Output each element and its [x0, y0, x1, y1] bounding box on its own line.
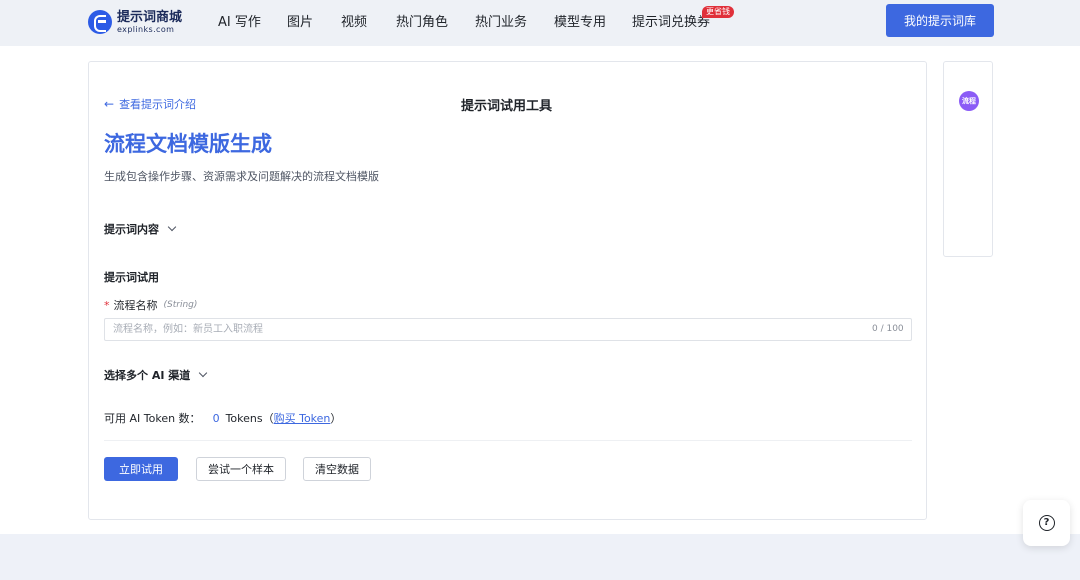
- character-counter: 0 / 100: [872, 324, 904, 334]
- prompt-content-toggle[interactable]: 提示词内容: [104, 221, 177, 237]
- token-count: 0: [212, 411, 220, 425]
- nav-model-specific[interactable]: 模型专用: [554, 13, 606, 33]
- nav-hot-roles[interactable]: 热门角色: [396, 13, 448, 33]
- trial-section-heading: 提示词试用: [104, 271, 159, 284]
- prompt-avatar[interactable]: 流程: [959, 91, 979, 111]
- field-type-hint: (String): [163, 300, 198, 310]
- prompt-trial-card: ← 查看提示词介绍 提示词试用工具 流程文档模版生成 生成包含操作步骤、资源需求…: [88, 61, 927, 520]
- top-navigation-bar: 提示词商城 explinks.com AI 写作 图片 视频 热门角色 热门业务…: [0, 0, 1080, 46]
- buy-token-link[interactable]: 购买 Token: [274, 410, 331, 426]
- logo-domain: explinks.com: [117, 24, 175, 34]
- token-suffix: ）: [330, 412, 342, 425]
- token-balance: 可用 AI Token 数： 0 Tokens（ 购买 Token ）: [104, 410, 341, 426]
- tool-title: 提示词试用工具: [461, 99, 553, 114]
- arrow-left-icon: ←: [104, 97, 115, 111]
- token-label: 可用 AI Token 数：: [104, 412, 201, 425]
- back-to-intro-link[interactable]: ← 查看提示词介绍: [104, 96, 196, 112]
- clear-data-button[interactable]: 清空数据: [303, 457, 371, 481]
- footer-strip: [0, 534, 1080, 580]
- try-sample-button[interactable]: 尝试一个样本: [196, 457, 286, 481]
- process-name-label: * 流程名称 (String): [104, 298, 198, 313]
- process-name-input[interactable]: [104, 318, 912, 341]
- ai-channels-label: 选择多个 AI 渠道: [104, 369, 191, 382]
- back-link-label: 查看提示词介绍: [119, 98, 197, 111]
- token-unit: Tokens（: [225, 412, 274, 425]
- savings-badge: 更省钱: [702, 6, 734, 18]
- chevron-down-icon: [199, 368, 208, 378]
- chevron-down-icon: [167, 222, 177, 232]
- logo-name: 提示词商城: [117, 9, 183, 25]
- help-button[interactable]: ?: [1023, 500, 1070, 546]
- page-title: 流程文档模版生成: [104, 132, 272, 156]
- prompt-content-label: 提示词内容: [104, 223, 159, 236]
- my-prompt-library-button[interactable]: 我的提示词库: [886, 4, 994, 37]
- side-panel: 流程: [943, 61, 993, 257]
- question-mark-icon: ?: [1038, 515, 1055, 531]
- site-logo[interactable]: 提示词商城 explinks.com: [88, 8, 182, 36]
- page-description: 生成包含操作步骤、资源需求及问题解决的流程文档模版: [104, 170, 379, 183]
- divider: [104, 440, 912, 441]
- try-now-button[interactable]: 立即试用: [104, 457, 178, 481]
- nav-ai-writing[interactable]: AI 写作: [218, 13, 261, 33]
- logo-icon: [88, 10, 112, 34]
- ai-channels-toggle[interactable]: 选择多个 AI 渠道: [104, 367, 208, 383]
- nav-images[interactable]: 图片: [287, 13, 313, 33]
- required-mark: *: [104, 298, 110, 312]
- nav-video[interactable]: 视频: [341, 13, 367, 33]
- nav-prompt-coupons[interactable]: 提示词兑换券: [632, 13, 710, 33]
- nav-hot-business[interactable]: 热门业务: [475, 13, 527, 33]
